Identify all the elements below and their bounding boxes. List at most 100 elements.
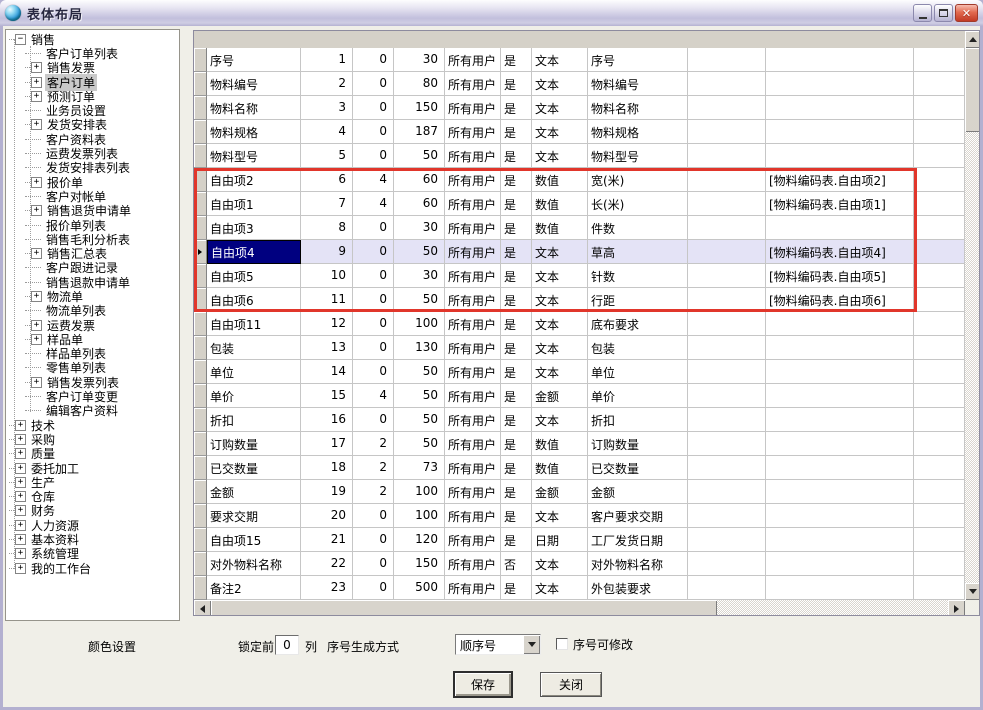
row-header[interactable] — [194, 168, 207, 192]
row-header[interactable] — [194, 528, 207, 552]
grid-cell[interactable]: 文本 — [532, 72, 588, 96]
grid-cell[interactable]: 是 — [501, 144, 532, 168]
grid-cell[interactable] — [766, 432, 914, 456]
grid-cell[interactable]: 所有用户 — [445, 48, 501, 72]
grid-cell[interactable]: 自由项15 — [207, 528, 301, 552]
row-header[interactable] — [194, 240, 207, 264]
grid-cell[interactable] — [688, 504, 766, 528]
grid-cell[interactable]: 3 — [301, 96, 353, 120]
tree-item[interactable]: +我的工作台 — [6, 561, 179, 575]
grid-cell[interactable]: 50 — [394, 384, 445, 408]
grid-cell[interactable] — [766, 480, 914, 504]
row-header[interactable] — [194, 120, 207, 144]
grid-cell[interactable] — [914, 72, 965, 96]
grid-cell[interactable]: 单位 — [207, 360, 301, 384]
grid-cell[interactable] — [766, 456, 914, 480]
grid-cell[interactable]: 是 — [501, 336, 532, 360]
grid-cell[interactable] — [914, 552, 965, 576]
grid-cell[interactable] — [766, 408, 914, 432]
grid-cell[interactable]: 0 — [353, 288, 394, 312]
grid-cell[interactable] — [914, 216, 965, 240]
grid-cell[interactable] — [766, 96, 914, 120]
row-header[interactable] — [194, 72, 207, 96]
grid-cell[interactable]: 单价 — [588, 384, 688, 408]
grid-cell[interactable]: 0 — [353, 552, 394, 576]
grid-cell[interactable]: 件数 — [588, 216, 688, 240]
grid-cell[interactable]: 是 — [501, 528, 532, 552]
grid-cell[interactable] — [688, 312, 766, 336]
expand-icon[interactable]: + — [31, 177, 42, 188]
grid-cell[interactable]: 所有用户 — [445, 240, 501, 264]
grid-cell[interactable]: 物料规格 — [207, 120, 301, 144]
grid-cell[interactable]: 50 — [394, 288, 445, 312]
expand-icon[interactable]: + — [31, 205, 42, 216]
grid-cell[interactable]: 所有用户 — [445, 96, 501, 120]
save-button[interactable]: 保存 — [453, 671, 513, 698]
grid-cell[interactable]: 是 — [501, 240, 532, 264]
row-header[interactable] — [194, 360, 207, 384]
grid-cell[interactable]: 自由项5 — [207, 264, 301, 288]
row-header[interactable] — [194, 576, 207, 600]
grid-cell[interactable] — [914, 264, 965, 288]
grid-cell[interactable]: 是 — [501, 480, 532, 504]
scroll-left-button[interactable] — [194, 600, 211, 616]
grid-cell[interactable]: 文本 — [532, 120, 588, 144]
grid-cell[interactable] — [688, 192, 766, 216]
grid-cell[interactable] — [688, 528, 766, 552]
grid-cell[interactable]: 底布要求 — [588, 312, 688, 336]
grid-cell[interactable]: 已交数量 — [207, 456, 301, 480]
grid-cell[interactable]: 所有用户 — [445, 288, 501, 312]
grid-cell[interactable]: 50 — [394, 144, 445, 168]
grid-cell[interactable]: 所有用户 — [445, 144, 501, 168]
grid-cell[interactable] — [914, 480, 965, 504]
grid-cell[interactable]: 行距 — [588, 288, 688, 312]
serial-mode-select[interactable]: 顺序号 — [455, 634, 541, 655]
grid-cell[interactable]: 0 — [353, 96, 394, 120]
grid-cell[interactable]: 所有用户 — [445, 456, 501, 480]
grid-cell[interactable]: 7 — [301, 192, 353, 216]
row-header[interactable] — [194, 144, 207, 168]
grid-cell[interactable]: 文本 — [532, 288, 588, 312]
grid-cell[interactable]: 0 — [353, 216, 394, 240]
grid-cell[interactable]: [物料编码表.自由项5] — [766, 264, 914, 288]
grid-cell[interactable] — [914, 168, 965, 192]
grid-cell[interactable]: 所有用户 — [445, 168, 501, 192]
grid-cell[interactable]: 是 — [501, 192, 532, 216]
grid-cell[interactable]: 所有用户 — [445, 336, 501, 360]
grid-cell[interactable]: 所有用户 — [445, 360, 501, 384]
grid-cell[interactable] — [766, 336, 914, 360]
grid-cell[interactable]: 折扣 — [588, 408, 688, 432]
grid-cell[interactable]: 序号 — [207, 48, 301, 72]
row-header[interactable] — [194, 552, 207, 576]
grid-cell[interactable] — [688, 384, 766, 408]
grid-cell[interactable]: 0 — [353, 360, 394, 384]
grid-cell[interactable]: 是 — [501, 408, 532, 432]
grid-cell[interactable]: 16 — [301, 408, 353, 432]
grid-cell[interactable] — [688, 480, 766, 504]
grid-cell[interactable]: 数值 — [532, 456, 588, 480]
tree-item[interactable]: 销售退款申请单 — [6, 275, 179, 289]
row-header[interactable] — [194, 192, 207, 216]
grid-cell[interactable] — [914, 120, 965, 144]
minimize-button[interactable] — [913, 4, 932, 22]
grid-cell[interactable]: 所有用户 — [445, 120, 501, 144]
grid-cell[interactable]: 文本 — [532, 408, 588, 432]
grid-cell[interactable]: 100 — [394, 504, 445, 528]
grid-cell[interactable]: 2 — [353, 480, 394, 504]
grid-cell[interactable]: 50 — [394, 240, 445, 264]
row-header[interactable] — [194, 504, 207, 528]
grid-cell[interactable] — [688, 96, 766, 120]
grid-cell[interactable] — [914, 408, 965, 432]
grid-cell[interactable]: 所有用户 — [445, 216, 501, 240]
grid-cell[interactable]: 8 — [301, 216, 353, 240]
lock-columns-input[interactable]: 0 — [275, 635, 299, 655]
grid-cell[interactable]: 100 — [394, 480, 445, 504]
grid-cell[interactable]: 草高 — [588, 240, 688, 264]
expand-icon[interactable]: + — [15, 563, 26, 574]
close-dialog-button[interactable]: 关闭 — [540, 672, 602, 697]
grid-cell[interactable] — [688, 576, 766, 600]
row-header[interactable] — [194, 336, 207, 360]
grid-cell[interactable]: 所有用户 — [445, 408, 501, 432]
grid-cell[interactable] — [766, 552, 914, 576]
grid-cell[interactable]: 30 — [394, 216, 445, 240]
